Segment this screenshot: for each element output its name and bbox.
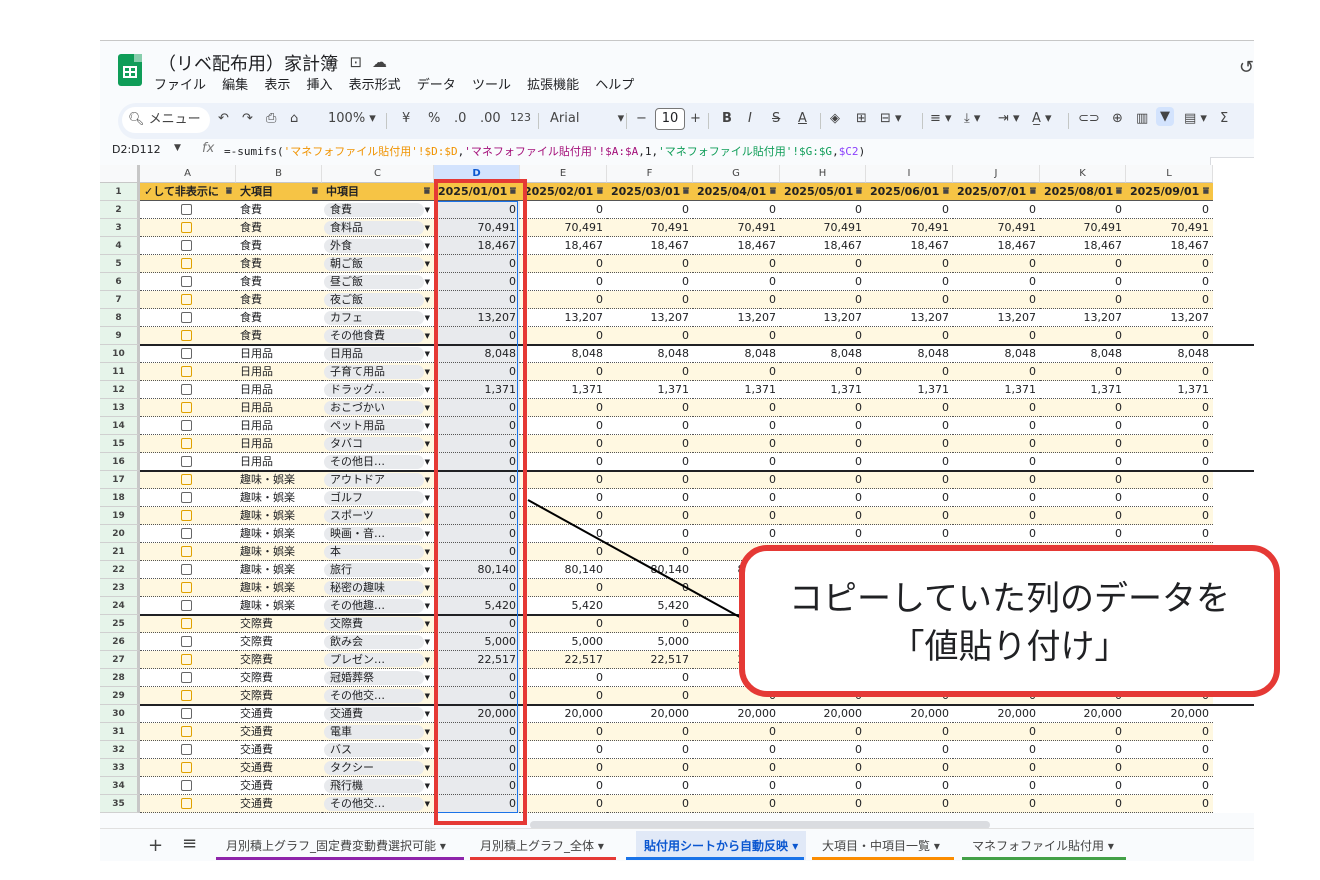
sheet-tab-color-bar [626,857,804,860]
sheet-tab-label: 月別積上グラフ_全体 [480,839,595,853]
chevron-down-icon[interactable]: ▾ [1104,839,1114,853]
sheet-tab-label: 貼付用シートから自動反映 [644,839,789,853]
all-sheets-icon[interactable]: ≡ [182,833,197,854]
add-sheet-icon[interactable]: + [148,835,163,856]
chevron-down-icon[interactable]: ▾ [930,839,940,853]
sheet-tab[interactable]: 貼付用シートから自動反映 ▾ [636,831,807,860]
sheet-tab-color-bar [470,857,616,860]
sheet-tab-color-bar [962,857,1126,860]
sheet-tab-color-bar [812,857,954,860]
callout-line-1: コピーしていた列のデータを [789,579,1230,619]
chevron-down-icon[interactable]: ▾ [436,839,446,853]
callout-line-2: 「値貼り付け」 [890,627,1129,667]
sheet-tab-label: 大項目・中項目一覧 [822,839,931,853]
sheet-tab-label: マネフォファイル貼付用 [972,839,1105,853]
sheet-tabs-bar: + ≡ 月別積上グラフ_固定費変動費選択可能 ▾ 月別積上グラフ_全体 ▾ 貼付用シ… [100,828,1254,861]
chevron-down-icon[interactable]: ▾ [788,839,798,853]
annotation-callout: コピーしていた列のデータを 「値貼り付け」 [739,545,1280,697]
sheet-tab-label: 月別積上グラフ_固定費変動費選択可能 [226,839,437,853]
chevron-down-icon[interactable]: ▾ [594,839,604,853]
sheet-tab-color-bar [216,857,464,860]
callout-pointer-line [527,499,746,621]
